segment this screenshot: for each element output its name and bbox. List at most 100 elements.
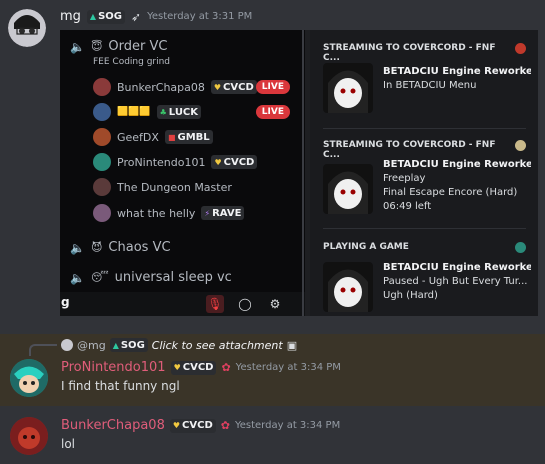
lightning-icon: ⚡: [204, 208, 211, 218]
activity-header: STREAMING TO COVERCORD - FNF C...: [323, 140, 526, 160]
mg-avatar[interactable]: [8, 9, 46, 47]
game-icon: [515, 43, 526, 54]
member-tag-label: CVCD: [223, 81, 254, 93]
member-tag-label: RAVE: [212, 207, 242, 219]
vc-member[interactable]: 🟨🟨🟨 ♣ LUCK: [93, 102, 202, 122]
bunkerchapa-avatar[interactable]: [10, 417, 48, 455]
heart-icon: ♥: [214, 157, 222, 167]
sleepy-emoji-icon: 😴: [90, 271, 109, 284]
image-icon: ▣: [286, 338, 298, 352]
timestamp: Yesterday at 3:34 PM: [235, 362, 341, 373]
vc-member[interactable]: The Dungeon Master: [93, 177, 232, 197]
voice-channel-panel: 🔈 😇 Order VC FEE Coding grind BunkerChap…: [60, 30, 305, 316]
member-name: ProNintendo101: [117, 155, 206, 169]
speaker-icon: 🔈: [70, 270, 85, 285]
activity-details: BETADCIU Engine Reworked Paused - Ugh Bu…: [383, 261, 531, 303]
reply-mention: @mg: [77, 338, 106, 352]
guild-tag-label: CVCD: [182, 362, 214, 373]
activity-line: Ugh (Hard): [383, 290, 438, 301]
guild-tag[interactable]: ♥ CVCD: [169, 418, 216, 433]
member-tag-label: LUCK: [168, 106, 199, 118]
activity-line: 06:49 left: [383, 201, 432, 212]
voice-channel-sleep[interactable]: 🔈 😴 universal sleep vc: [70, 270, 232, 285]
live-badge: LIVE: [255, 80, 290, 94]
reply-reference[interactable]: @mg ▲ SOG Click to see attachment ▣: [61, 338, 297, 352]
reply-connector: [29, 344, 57, 356]
last-message-header: BunkerChapa08 ♥ CVCD ✿ Yesterday at 3:34 …: [61, 418, 340, 433]
heart-icon: ♥: [173, 363, 181, 372]
activity-line: Final Escape Encore (Hard): [383, 187, 518, 198]
voice-channel-chaos[interactable]: 🔈 😈 Chaos VC: [70, 240, 171, 255]
member-tag: ♣ LUCK: [156, 105, 202, 119]
voice-channel-name: universal sleep vc: [114, 270, 232, 285]
reply-message-header: ProNintendo101 ♥ CVCD ✿ Yesterday at 3:34…: [61, 360, 341, 375]
voice-channel-name: Chaos VC: [108, 240, 171, 255]
author-name[interactable]: mg: [60, 9, 81, 24]
activity-title: BETADCIU Engine Reworked: [383, 159, 531, 170]
member-name: The Dungeon Master: [117, 180, 232, 194]
game-icon: [515, 140, 526, 151]
activity-details: BETADCIU Engine Reworked In BETADCIU Men…: [383, 65, 531, 93]
member-name: what the helly: [117, 206, 196, 220]
leaf-icon: ▲: [89, 12, 97, 21]
activity-line: Paused - Ugh But Every Tur...: [383, 276, 528, 287]
game-art: [323, 63, 373, 113]
user-initial: g: [61, 295, 70, 309]
author-name[interactable]: ProNintendo101: [61, 360, 166, 375]
heart-icon: ♥: [213, 82, 222, 92]
divider: [323, 228, 526, 229]
activity-title: BETADCIU Engine Reworked: [383, 262, 531, 273]
bug-icon: ✿: [220, 419, 230, 432]
guild-tag-label: SOG: [120, 339, 145, 351]
activity-header: STREAMING TO COVERCORD - FNF C...: [323, 43, 526, 63]
vc-member[interactable]: ProNintendo101 ♥ CVCD: [93, 152, 258, 172]
scrollbar[interactable]: [302, 30, 304, 316]
message-text: lol: [61, 437, 76, 451]
message-text: I find that funny ngl: [61, 379, 180, 393]
guild-tag-label: SOG: [98, 11, 122, 22]
member-tag: ⚡ RAVE: [201, 206, 245, 220]
guild-tag[interactable]: ▲ SOG: [86, 9, 125, 24]
author-name[interactable]: BunkerChapa08: [61, 418, 165, 433]
member-tag: ■ GMBL: [164, 130, 213, 144]
pronintendo-avatar[interactable]: [10, 359, 48, 397]
smile-emoji-icon: 😇: [90, 40, 103, 53]
member-avatar: [93, 178, 111, 196]
voice-channel-status: FEE Coding grind: [93, 57, 171, 67]
guild-tag[interactable]: ♥ CVCD: [170, 360, 217, 375]
speaker-icon: 🔈: [70, 240, 85, 255]
image-attachment[interactable]: 🔈 😇 Order VC FEE Coding grind BunkerChap…: [60, 30, 538, 316]
activity-details: BETADCIU Engine Reworked Freeplay Final …: [383, 158, 531, 214]
reply-text: Click to see attachment: [151, 338, 283, 352]
vc-member[interactable]: what the helly ⚡ RAVE: [93, 203, 245, 223]
member-name: GeefDX: [117, 130, 159, 144]
timestamp: Yesterday at 3:31 PM: [147, 11, 253, 22]
mute-mic-icon[interactable]: 🎙: [206, 295, 224, 313]
voice-user-bar: g 🎙 ◯ ⚙: [60, 292, 305, 316]
heart-icon: ♥: [172, 421, 181, 430]
game-icon: [515, 242, 526, 253]
member-avatar: [93, 153, 111, 171]
gear-icon[interactable]: ⚙: [266, 295, 284, 313]
activity-line: In BETADCIU Menu: [383, 80, 477, 91]
voice-channel-order[interactable]: 🔈 😇 Order VC: [70, 39, 167, 54]
member-avatar: [93, 128, 111, 146]
top-message: mg ▲ SOG ➶ Yesterday at 3:31 PM 🔈 😇 Order…: [0, 0, 545, 320]
activity-line: Freeplay: [383, 173, 426, 184]
mini-avatar: [61, 339, 73, 351]
activity-header-label: STREAMING TO COVERCORD - FNF C...: [323, 140, 496, 160]
speaker-icon: 🔈: [70, 39, 85, 54]
member-avatar: [93, 78, 111, 96]
member-tag-label: GMBL: [177, 131, 210, 143]
vc-member[interactable]: BunkerChapa08 ♥ CVCD: [93, 77, 257, 97]
voice-channel-name: Order VC: [108, 39, 168, 54]
game-art: [323, 164, 373, 214]
member-avatar: [93, 103, 111, 121]
member-tag-label: CVCD: [223, 156, 255, 168]
decoration-icon: ➶: [131, 9, 142, 24]
vc-member[interactable]: GeefDX ■ GMBL: [93, 127, 213, 147]
headphones-icon[interactable]: ◯: [236, 295, 254, 313]
clover-icon: ♣: [159, 107, 167, 117]
member-emojis: 🟨🟨🟨: [117, 107, 151, 117]
guild-tag: ▲ SOG: [109, 338, 148, 352]
